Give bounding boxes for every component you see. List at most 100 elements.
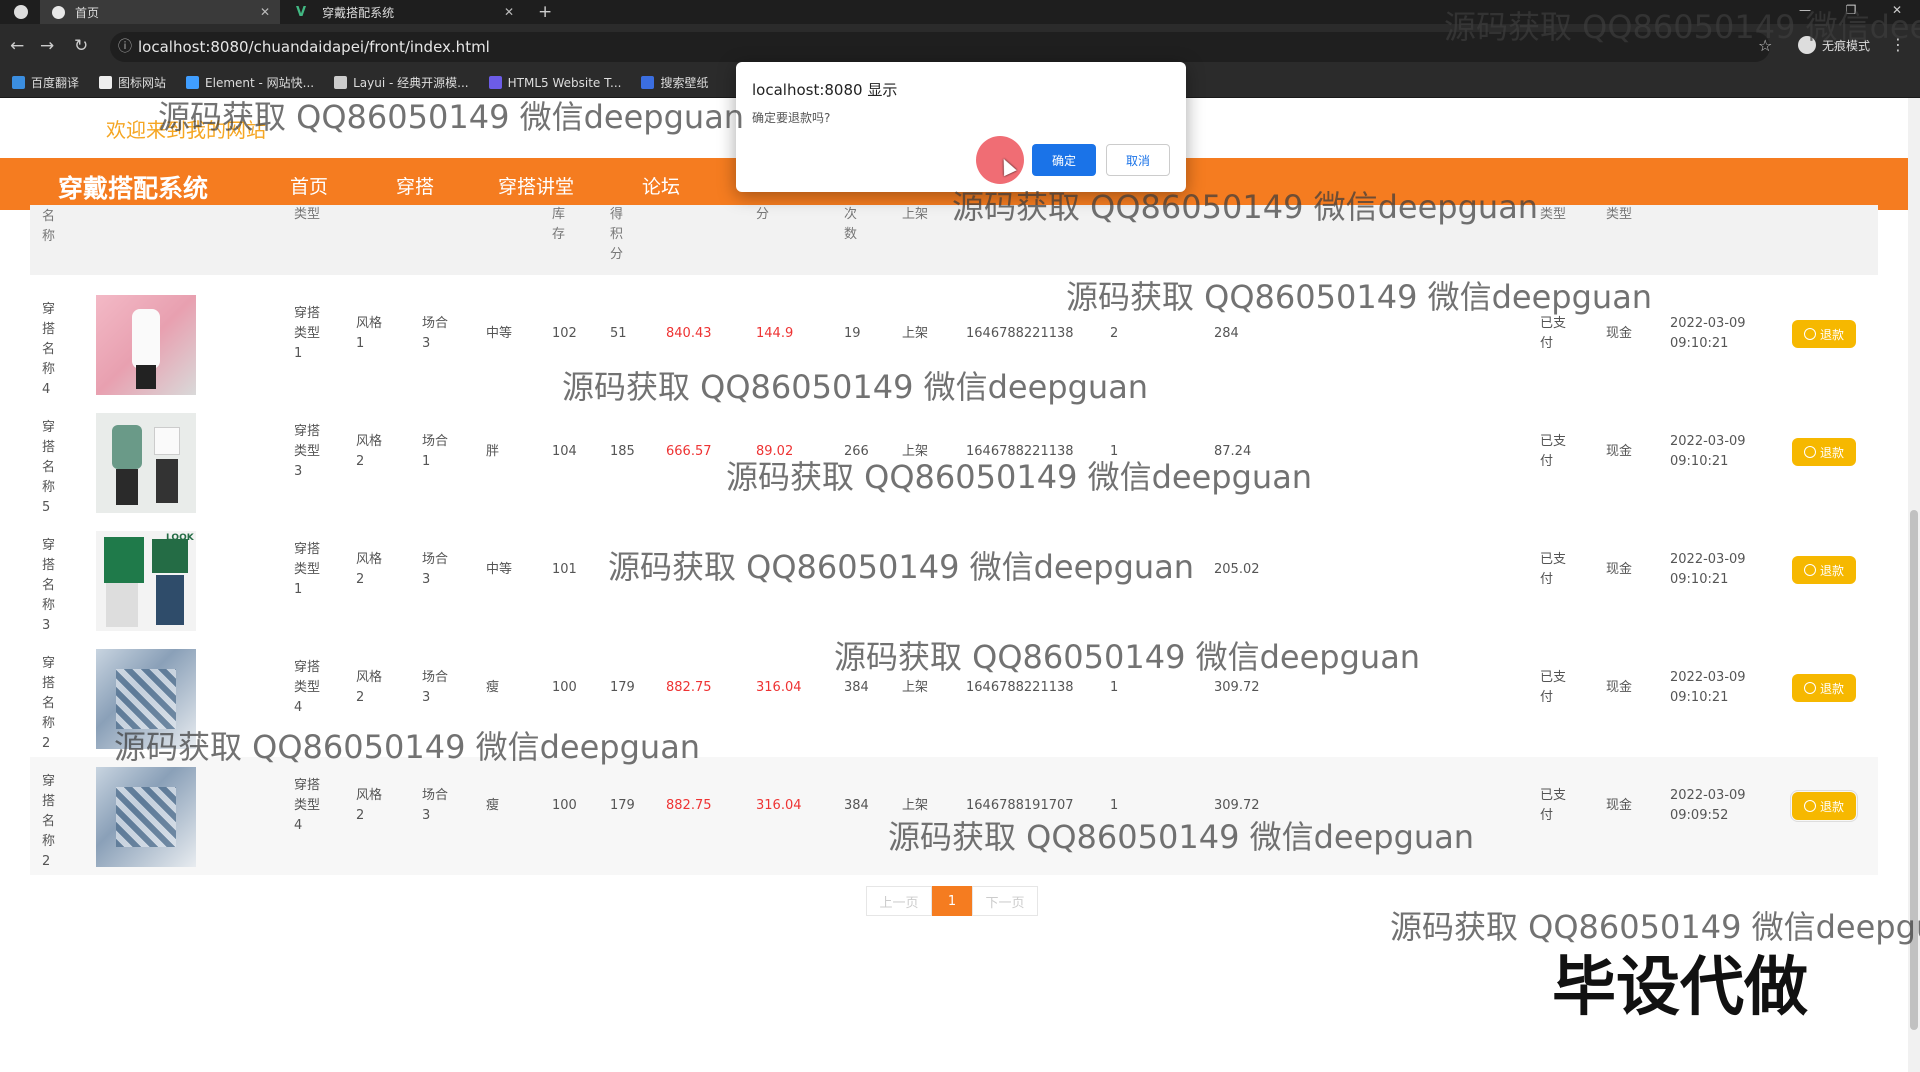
- html5-icon: [488, 76, 502, 89]
- tab-outfit-system[interactable]: V 穿戴搭配系统 ✕: [284, 0, 524, 24]
- tab-title: 首页: [75, 5, 100, 20]
- nav-home[interactable]: 首页: [290, 172, 328, 199]
- outfit-type: 穿搭类型4: [294, 660, 321, 715]
- status: 上架: [902, 326, 929, 341]
- back-icon[interactable]: ←: [10, 36, 24, 56]
- outfit-type: 穿搭类型1: [294, 306, 321, 361]
- order-time: 09:10:21: [1670, 454, 1729, 469]
- stock: 100: [552, 798, 577, 813]
- watermark: 源码获取 QQ86050149 微信deepguan: [952, 188, 1539, 226]
- flag-icon: [99, 76, 113, 89]
- total: 284: [1214, 326, 1239, 341]
- close-tab-icon[interactable]: ✕: [260, 5, 270, 19]
- outfit-occasion: 场合3: [422, 552, 449, 587]
- paid-status: 已支付: [1540, 434, 1567, 469]
- bookmark-label: Element - 网站快...: [205, 76, 315, 90]
- tab-home[interactable]: 首页 ✕: [40, 0, 280, 24]
- order-date: 2022-03-09: [1670, 316, 1746, 331]
- points: 185: [610, 444, 635, 459]
- body-type: 瘦: [486, 680, 500, 695]
- body-type: 中等: [486, 326, 513, 341]
- stock: 102: [552, 326, 577, 341]
- element-icon: [186, 76, 200, 89]
- nav-outfits[interactable]: 穿搭: [396, 172, 434, 199]
- refund-label: 退款: [1819, 445, 1844, 460]
- bookmark-item[interactable]: 百度翻译: [12, 74, 79, 91]
- header-method: 类型: [1606, 207, 1633, 222]
- bookmark-item[interactable]: Element - 网站快...: [186, 74, 314, 91]
- order-time: 09:09:52: [1670, 808, 1729, 823]
- page-number-button[interactable]: 1: [932, 886, 972, 916]
- outfit-occasion: 场合3: [422, 670, 449, 705]
- tab-title: 穿戴搭配系统: [322, 5, 395, 20]
- outfit-name: 穿搭名称5: [42, 420, 56, 515]
- close-tab-icon[interactable]: ✕: [504, 5, 514, 19]
- refund-icon: [1803, 328, 1816, 340]
- refund-button[interactable]: 退款: [1792, 674, 1856, 702]
- paid-status: 已支付: [1540, 670, 1567, 705]
- bookmark-item[interactable]: 图标网站: [99, 74, 166, 91]
- paid-status: 已支付: [1540, 788, 1567, 823]
- pay-method: 现金: [1606, 680, 1633, 695]
- outfit-style: 风格2: [356, 788, 383, 823]
- header-name: 名称: [42, 209, 56, 244]
- outfit-type: 穿搭类型3: [294, 424, 321, 479]
- order-date: 2022-03-09: [1670, 434, 1746, 449]
- pay-method: 现金: [1606, 562, 1633, 577]
- refund-button[interactable]: 退款: [1792, 438, 1856, 466]
- score: 316.04: [756, 798, 802, 813]
- outfit-occasion: 场合3: [422, 316, 449, 351]
- refund-button[interactable]: 退款: [1792, 556, 1856, 584]
- outfit-name: 穿搭名称2: [42, 774, 56, 869]
- new-tab-button[interactable]: +: [538, 2, 552, 22]
- refund-label: 退款: [1819, 563, 1844, 578]
- outfit-thumbnail: LOOK: [96, 531, 196, 631]
- pay-method: 现金: [1606, 798, 1633, 813]
- points: 179: [610, 680, 635, 695]
- outfit-occasion: 场合3: [422, 788, 449, 823]
- bookmark-label: HTML5 Website T...: [507, 75, 622, 90]
- stock: 101: [552, 562, 577, 577]
- url-text: localhost:8080/chuandaidapei/front/index…: [138, 38, 490, 56]
- outfit-type: 穿搭类型1: [294, 542, 321, 597]
- refund-button[interactable]: 退款: [1790, 790, 1858, 822]
- bookmark-label: Layui - 经典开源模...: [353, 76, 469, 90]
- bookmark-label: 图标网站: [118, 76, 167, 90]
- order-time: 09:10:21: [1670, 572, 1729, 587]
- info-icon[interactable]: ⓘ: [118, 32, 132, 62]
- reload-icon[interactable]: ↻: [74, 36, 88, 56]
- dialog-title: localhost:8080 显示: [752, 81, 898, 99]
- status: 上架: [902, 680, 929, 695]
- nav-lecture[interactable]: 穿搭讲堂: [498, 172, 574, 199]
- bookmark-item[interactable]: Layui - 经典开源模...: [334, 74, 469, 91]
- next-page-button[interactable]: 下一页: [972, 886, 1038, 916]
- stock: 100: [552, 680, 577, 695]
- watermark: 源码获取 QQ86050149 微信deepguan: [562, 368, 1149, 406]
- points: 51: [610, 326, 627, 341]
- count: 384: [844, 798, 869, 813]
- order-date: 2022-03-09: [1670, 670, 1746, 685]
- bookmark-label: 百度翻译: [31, 76, 80, 90]
- wallpaper-icon: [641, 76, 655, 89]
- bookmark-item[interactable]: 搜索壁纸: [641, 74, 708, 91]
- scrollbar-thumb[interactable]: [1910, 510, 1918, 1030]
- outfit-name: 穿搭名称3: [42, 538, 56, 633]
- quantity: 2: [1110, 326, 1119, 341]
- count: 19: [844, 326, 861, 341]
- refund-label: 退款: [1819, 799, 1844, 814]
- order-date: 2022-03-09: [1670, 788, 1746, 803]
- bookmark-item[interactable]: HTML5 Website T...: [488, 75, 622, 90]
- pagination: 上一页 1 下一页: [866, 886, 1038, 916]
- dialog-ok-button[interactable]: 确定: [1032, 144, 1096, 176]
- order-code: 1646788221138: [966, 326, 1074, 341]
- watermark: 源码获取 QQ86050149 微信deepguan: [726, 458, 1313, 496]
- order-date: 2022-03-09: [1670, 552, 1746, 567]
- nav-forum[interactable]: 论坛: [642, 172, 680, 199]
- prev-page-button[interactable]: 上一页: [866, 886, 932, 916]
- quantity: 1: [1110, 680, 1119, 695]
- forward-icon[interactable]: →: [40, 36, 54, 56]
- refund-button[interactable]: 退款: [1792, 320, 1856, 348]
- dialog-cancel-button[interactable]: 取消: [1106, 144, 1170, 176]
- watermark: 源码获取 QQ86050149 微信deepguan: [608, 548, 1195, 586]
- site-brand[interactable]: 穿戴搭配系统: [58, 169, 208, 205]
